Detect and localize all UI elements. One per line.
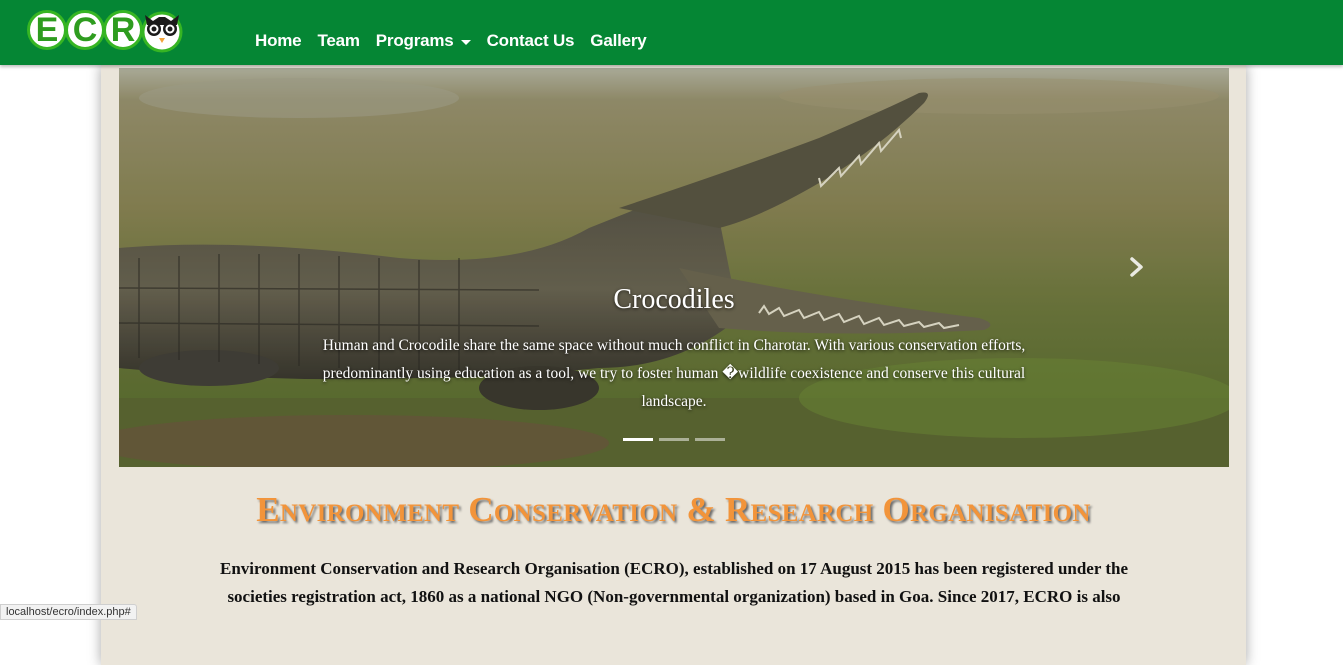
nav-contact-us[interactable]: Contact Us bbox=[487, 31, 575, 51]
chevron-right-icon[interactable] bbox=[1129, 257, 1145, 277]
logo-letter-e: E bbox=[27, 10, 67, 50]
carousel-caption: Crocodiles Human and Crocodile share the… bbox=[289, 284, 1059, 416]
status-bar-url: localhost/ecro/index.php# bbox=[0, 604, 137, 620]
nav-team[interactable]: Team bbox=[317, 31, 360, 51]
caret-down-icon bbox=[460, 39, 471, 45]
logo-letter-c: C bbox=[65, 10, 105, 50]
nav-gallery-label: Gallery bbox=[590, 31, 647, 50]
slide-title: Crocodiles bbox=[613, 284, 735, 315]
nav-programs-label: Programs bbox=[375, 31, 454, 50]
intro-paragraph: Environment Conservation and Research Or… bbox=[150, 555, 1198, 611]
intro-line-1: Environment Conservation and Research Or… bbox=[220, 559, 1128, 578]
carousel-indicator-2[interactable] bbox=[659, 438, 689, 441]
nav-team-label: Team bbox=[317, 31, 360, 50]
nav-home-label: Home bbox=[255, 31, 302, 50]
brand-logo[interactable]: E C R bbox=[27, 5, 185, 55]
nav-home[interactable]: Home bbox=[255, 31, 302, 51]
main-nav: Home Team Programs Contact Us Gallery bbox=[255, 31, 663, 51]
page-title: Environment Conservation & Research Orga… bbox=[256, 490, 1091, 529]
carousel-indicator-1[interactable] bbox=[623, 438, 653, 441]
carousel-indicators bbox=[623, 438, 725, 441]
navbar: E C R Home Team Programs Contact Us Gall… bbox=[0, 0, 1343, 65]
owl-icon bbox=[141, 11, 183, 53]
nav-programs-dropdown[interactable]: Programs bbox=[376, 31, 471, 51]
carousel-indicator-3[interactable] bbox=[695, 438, 725, 441]
hero-carousel[interactable]: Crocodiles Human and Crocodile share the… bbox=[119, 68, 1229, 467]
nav-gallery[interactable]: Gallery bbox=[590, 31, 646, 51]
slide-text: Human and Crocodile share the same space… bbox=[322, 337, 1026, 410]
logo-letter-r: R bbox=[103, 10, 143, 50]
intro-line-2: societies registration act, 1860 as a na… bbox=[227, 587, 1121, 606]
nav-contact-label: Contact Us bbox=[486, 31, 575, 50]
